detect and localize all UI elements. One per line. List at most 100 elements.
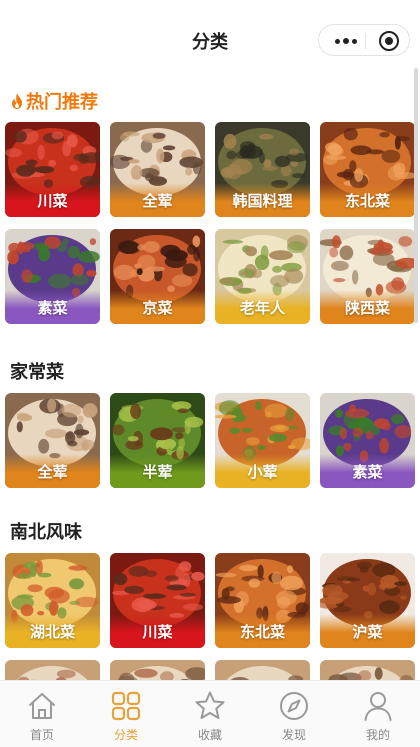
tile-label-band: 沪菜: [320, 614, 415, 648]
food-detail: [111, 424, 125, 436]
food-detail: [25, 159, 38, 166]
category-tile[interactable]: 川菜: [5, 122, 100, 217]
more-options-icon[interactable]: [329, 31, 363, 51]
food-detail: [284, 268, 304, 284]
tile-label: 东北菜: [239, 622, 285, 641]
food-detail: [44, 586, 65, 599]
tab-favorites[interactable]: 收藏: [168, 681, 252, 747]
category-tile[interactable]: 老年人: [215, 229, 310, 324]
tile-label-band: 京菜: [110, 290, 205, 324]
food-detail: [239, 271, 248, 276]
food-detail: [67, 245, 80, 259]
tile-label: 素菜: [352, 462, 383, 481]
food-detail: [69, 578, 85, 590]
home-icon: [29, 693, 55, 719]
food-detail: [279, 575, 303, 591]
category-tile[interactable]: 东北菜: [320, 122, 415, 217]
food-detail: [185, 167, 193, 176]
tile-label: 小荤: [247, 462, 278, 481]
food-detail: [13, 130, 27, 143]
category-tile-partial[interactable]: [110, 660, 205, 680]
food-detail: [394, 425, 412, 439]
tile-label: 全荤: [37, 462, 68, 481]
food-detail: [171, 427, 187, 433]
tile-label-band: 素菜: [5, 290, 100, 324]
food-detail: [245, 246, 257, 257]
tab-home[interactable]: 首页: [0, 681, 84, 747]
mini-program-capsule: [318, 24, 410, 56]
food-detail: [391, 414, 405, 425]
tab-profile[interactable]: 我的: [336, 681, 420, 747]
category-tile[interactable]: 京菜: [110, 229, 205, 324]
category-tile[interactable]: 素菜: [320, 393, 415, 488]
food-detail: [150, 427, 173, 441]
food-detail: [274, 425, 286, 430]
category-tile[interactable]: 全荤: [110, 122, 205, 217]
category-tile[interactable]: 陕西菜: [320, 229, 415, 324]
food-detail: [68, 565, 88, 571]
category-tile[interactable]: 半荤: [110, 393, 205, 488]
category-content[interactable]: 热门推荐 川菜 全荤 韩国料理 东北菜 素菜 京菜 老年人 陕西菜 家常菜 全荤…: [0, 80, 420, 680]
tab-discover[interactable]: 发现: [252, 681, 336, 747]
food-detail: [81, 439, 95, 450]
dish-photo: [110, 660, 205, 680]
category-tile[interactable]: 沪菜: [320, 553, 415, 648]
food-detail: [16, 412, 29, 418]
tile-label-band: 老年人: [215, 290, 310, 324]
food-detail: [352, 269, 359, 285]
food-detail: [166, 584, 187, 591]
food-detail: [359, 566, 369, 573]
tile-label: 京菜: [142, 298, 173, 317]
category-tile[interactable]: 素菜: [5, 229, 100, 324]
food-detail: [171, 274, 193, 287]
food-detail: [223, 133, 237, 149]
tile-label: 东北菜: [344, 191, 390, 210]
food-detail: [113, 573, 128, 586]
food-detail: [367, 582, 377, 596]
food-detail: [239, 564, 258, 572]
category-tile-partial[interactable]: [5, 660, 100, 680]
section-title-regional: 南北风味: [10, 518, 82, 544]
tab-label: 首页: [29, 728, 54, 742]
food-detail: [5, 148, 22, 158]
category-grid-hot: 川菜 全荤 韩国料理 东北菜 素菜 京菜 老年人 陕西菜: [5, 122, 415, 324]
food-detail: [288, 444, 296, 449]
food-detail: [16, 164, 35, 177]
category-tile[interactable]: 东北菜: [215, 553, 310, 648]
category-tile[interactable]: 小荤: [215, 393, 310, 488]
food-detail: [152, 132, 166, 139]
food-detail: [400, 595, 408, 600]
category-tile-partial[interactable]: [320, 660, 415, 680]
category-grid-icon: [111, 691, 141, 721]
category-tile[interactable]: 川菜: [110, 553, 205, 648]
food-detail: [339, 427, 348, 440]
category-tile[interactable]: 湖北菜: [5, 553, 100, 648]
category-tile[interactable]: 韩国料理: [215, 122, 310, 217]
food-detail: [366, 149, 384, 155]
food-detail: [38, 572, 52, 578]
food-detail: [272, 265, 283, 273]
food-detail: [66, 432, 74, 440]
food-detail: [34, 166, 55, 174]
close-target-icon[interactable]: [379, 31, 399, 51]
category-tile-partial[interactable]: [215, 660, 310, 680]
scrollbar[interactable]: [414, 68, 418, 323]
tile-label: 湖北菜: [29, 622, 75, 641]
food-detail: [143, 241, 160, 253]
category-tile[interactable]: 全荤: [5, 393, 100, 488]
tile-label: 半荤: [142, 462, 173, 481]
food-detail: [371, 426, 380, 436]
food-detail: [379, 132, 390, 138]
tab-label: 分类: [113, 728, 138, 742]
food-detail: [89, 238, 97, 246]
food-detail: [136, 268, 143, 276]
fire-icon: [12, 93, 22, 109]
food-detail: [215, 572, 237, 578]
food-detail: [29, 563, 37, 577]
tile-label-band: 湖北菜: [5, 614, 100, 648]
food-detail: [177, 408, 189, 414]
food-detail: [287, 565, 293, 574]
star-icon: [195, 691, 225, 719]
tab-category[interactable]: 分类: [84, 681, 168, 747]
tile-label: 沪菜: [352, 622, 383, 641]
